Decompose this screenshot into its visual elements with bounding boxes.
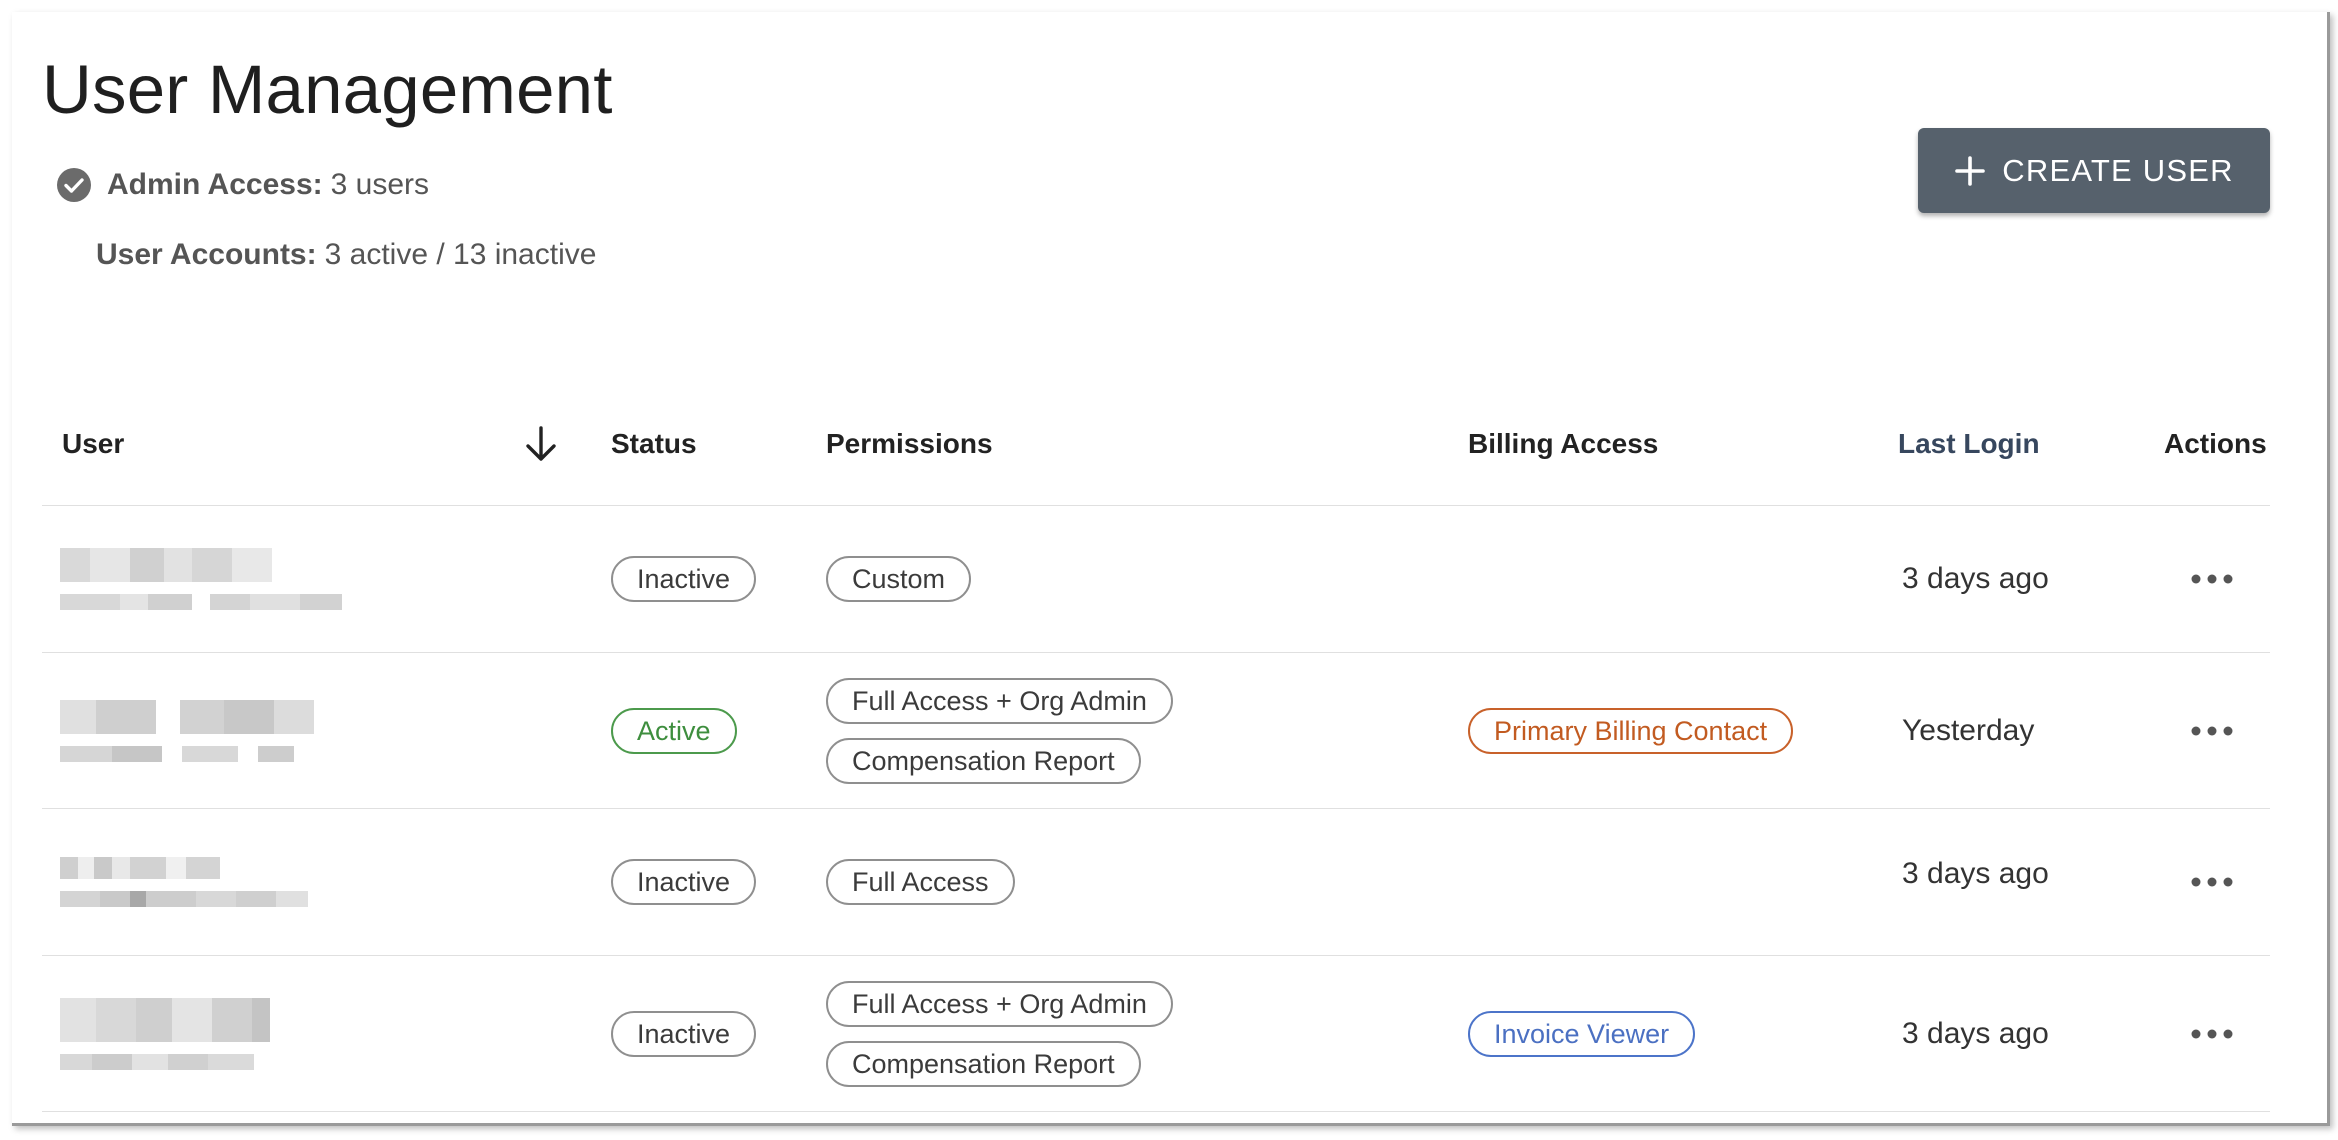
- permission-chip: Full Access + Org Admin: [826, 980, 1173, 1027]
- permissions-cell: Custom: [826, 506, 972, 652]
- user-accounts-value: 3 active / 13 inactive: [324, 238, 597, 271]
- status-chip-inactive: Inactive: [611, 859, 757, 905]
- more-horizontal-icon[interactable]: [2184, 719, 2240, 743]
- admin-access-summary: Admin Access: 3 users: [57, 168, 429, 202]
- users-table: User Status Permissions Billing Access L…: [42, 382, 2270, 1112]
- redacted-email: [60, 745, 390, 762]
- column-header-last-login[interactable]: Last Login: [1898, 382, 2040, 506]
- column-header-user[interactable]: User: [62, 382, 124, 506]
- plus-icon: [1954, 155, 1986, 187]
- redacted-name: [60, 997, 390, 1042]
- user-cell-redacted: [60, 506, 390, 652]
- last-login-cell: 3 days ago: [1902, 857, 2049, 890]
- redacted-email: [60, 891, 390, 907]
- redacted-user-info: [60, 548, 390, 610]
- status-chip-inactive: Inactive: [611, 1010, 757, 1057]
- admin-access-label: Admin Access:: [107, 168, 323, 201]
- last-login-cell: Yesterday: [1902, 713, 2035, 747]
- column-header-permissions[interactable]: Permissions: [826, 382, 993, 506]
- user-accounts-label: User Accounts:: [96, 238, 317, 271]
- status-cell: Inactive: [611, 809, 757, 955]
- status-chip-active: Active: [611, 707, 737, 754]
- status-chip-inactive: Inactive: [611, 556, 757, 602]
- redacted-email: [60, 1053, 390, 1070]
- permissions-cell: Full Access + Org Admin Compensation Rep…: [826, 653, 1173, 808]
- permission-chip: Full Access: [826, 859, 1015, 905]
- user-cell-redacted: [60, 653, 390, 808]
- row-actions-cell: [2184, 956, 2240, 1111]
- permissions-cell: Full Access + Org Admin Compensation Rep…: [826, 956, 1173, 1111]
- redacted-email: [60, 594, 390, 610]
- billing-chip-invoice-viewer: Invoice Viewer: [1468, 1010, 1696, 1057]
- more-horizontal-icon[interactable]: [2184, 567, 2240, 591]
- redacted-user-info: [60, 699, 390, 762]
- create-user-button[interactable]: CREATE USER: [1918, 128, 2270, 213]
- more-horizontal-icon[interactable]: [2184, 1022, 2240, 1046]
- user-cell-redacted: [60, 956, 390, 1111]
- sort-button[interactable]: [524, 382, 558, 506]
- user-accounts-summary: User Accounts: 3 active / 13 inactive: [96, 238, 596, 272]
- row-actions-cell: [2184, 653, 2240, 808]
- billing-cell: Primary Billing Contact: [1468, 653, 1794, 808]
- more-horizontal-icon[interactable]: [2184, 870, 2240, 894]
- status-cell: Active: [611, 653, 737, 808]
- row-actions-cell: [2184, 506, 2240, 652]
- permission-chip: Compensation Report: [826, 1040, 1141, 1087]
- redacted-name: [60, 857, 390, 879]
- redacted-user-info: [60, 997, 390, 1070]
- redacted-user-info: [60, 857, 390, 907]
- permission-chip: Custom: [826, 556, 972, 602]
- redacted-name: [60, 699, 390, 734]
- row-actions-cell: [2184, 809, 2240, 955]
- table-row[interactable]: Active Full Access + Org Admin Compensat…: [42, 653, 2270, 809]
- billing-chip-primary-contact: Primary Billing Contact: [1468, 707, 1794, 754]
- create-user-label: CREATE USER: [2002, 152, 2234, 188]
- last-login-cell: 3 days ago: [1902, 562, 2049, 595]
- check-circle-icon: [57, 168, 91, 202]
- user-management-panel: User Management Admin Access: 3 users Us…: [12, 12, 2330, 1126]
- page-title: User Management: [42, 51, 613, 128]
- status-cell: Inactive: [611, 506, 757, 652]
- arrow-down-icon: [524, 426, 558, 462]
- billing-cell: Invoice Viewer: [1468, 956, 1696, 1111]
- table-header: User Status Permissions Billing Access L…: [42, 382, 2270, 506]
- permissions-cell: Full Access: [826, 809, 1015, 955]
- status-cell: Inactive: [611, 956, 757, 1111]
- table-row[interactable]: Inactive Custom 3 days ago: [42, 506, 2270, 653]
- admin-access-value: 3 users: [330, 168, 430, 201]
- user-cell-redacted: [60, 809, 390, 955]
- permission-chip: Compensation Report: [826, 737, 1141, 784]
- permission-chip: Full Access + Org Admin: [826, 677, 1173, 724]
- last-login-cell: 3 days ago: [1902, 1016, 2049, 1050]
- redacted-name: [60, 548, 390, 582]
- table-row[interactable]: Inactive Full Access + Org Admin Compens…: [42, 956, 2270, 1112]
- column-header-status[interactable]: Status: [611, 382, 697, 506]
- column-header-actions: Actions: [2164, 428, 2267, 459]
- column-header-billing[interactable]: Billing Access: [1468, 382, 1658, 506]
- table-row[interactable]: Inactive Full Access 3 days ago: [42, 809, 2270, 956]
